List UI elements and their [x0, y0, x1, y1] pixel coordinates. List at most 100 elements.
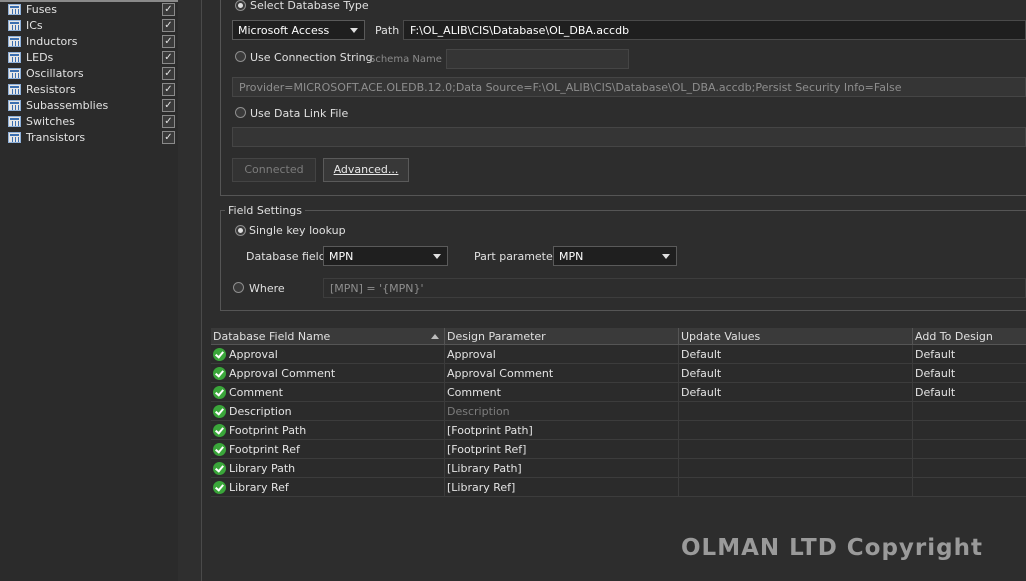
cell-design-param[interactable]: [Footprint Path] — [445, 421, 679, 440]
connected-button[interactable]: Connected — [232, 158, 316, 182]
advanced-button-label: Advanced... — [333, 163, 399, 176]
cell-design-param[interactable]: [Footprint Ref] — [445, 440, 679, 459]
table-row[interactable]: Footprint Ref [Footprint Ref] — [211, 440, 1026, 459]
cell-add-to-design[interactable]: Default — [913, 345, 1026, 364]
single-key-radio[interactable] — [235, 225, 246, 236]
tree-item-checkbox[interactable]: ✓ — [162, 115, 175, 128]
cell-add-to-design[interactable] — [913, 459, 1026, 478]
where-radio[interactable] — [233, 282, 244, 293]
table-icon — [8, 116, 21, 127]
table-row[interactable]: Description Description — [211, 402, 1026, 421]
cell-design-param[interactable]: [Library Path] — [445, 459, 679, 478]
cell-text: Description — [229, 405, 292, 418]
table-row[interactable]: Library Path [Library Path] — [211, 459, 1026, 478]
cell-text: Default — [681, 348, 722, 361]
tree-item-subassemblies[interactable]: Subassemblies ✓ — [8, 98, 178, 114]
panel-splitter[interactable] — [178, 0, 202, 581]
use-data-link-label: Use Data Link File — [250, 107, 349, 120]
tree-item-switches[interactable]: Switches ✓ — [8, 114, 178, 130]
cell-text: [Library Path] — [447, 462, 522, 475]
cell-update-values[interactable] — [679, 478, 913, 497]
tree-item-oscillators[interactable]: Oscillators ✓ — [8, 66, 178, 82]
db-type-dropdown[interactable]: Microsoft Access — [232, 20, 365, 40]
tree-item-fuses[interactable]: Fuses ✓ — [8, 2, 178, 18]
cell-design-param[interactable]: [Library Ref] — [445, 478, 679, 497]
use-data-link-radio[interactable] — [235, 107, 246, 118]
tree-item-leds[interactable]: LEDs ✓ — [8, 50, 178, 66]
cell-add-to-design[interactable] — [913, 440, 1026, 459]
tree-item-ics[interactable]: ICs ✓ — [8, 18, 178, 34]
chevron-down-icon — [350, 28, 358, 33]
check-circle-icon — [213, 443, 226, 456]
check-circle-icon — [213, 386, 226, 399]
cell-db-field: Library Path — [211, 459, 445, 478]
tree-item-inductors[interactable]: Inductors ✓ — [8, 34, 178, 50]
cell-text: Default — [915, 386, 956, 399]
cell-update-values[interactable] — [679, 440, 913, 459]
cell-text: Approval — [229, 348, 278, 361]
path-input[interactable]: F:\OL_ALIB\CIS\Database\OL_DBA.accdb — [403, 20, 1026, 40]
cell-add-to-design[interactable] — [913, 421, 1026, 440]
table-row[interactable]: Approval Approval Default Default — [211, 345, 1026, 364]
col-header-add-to-design[interactable]: Add To Design — [913, 328, 1026, 345]
table-icon — [8, 84, 21, 95]
tree-item-label: Switches — [26, 115, 75, 128]
cell-text: Library Ref — [229, 481, 289, 494]
schema-name-input[interactable] — [446, 49, 629, 69]
table-icon — [8, 4, 21, 15]
where-label: Where — [249, 282, 285, 295]
col-header-db-field[interactable]: Database Field Name — [211, 328, 445, 345]
data-link-input[interactable] — [232, 127, 1026, 147]
library-tree-panel: Fuses ✓ ICs ✓ Inductors ✓ LEDs ✓ Oscillators ✓ Res… — [0, 0, 178, 581]
cell-update-values[interactable] — [679, 402, 913, 421]
tree-item-checkbox[interactable]: ✓ — [162, 83, 175, 96]
table-row[interactable]: Comment Comment Default Default — [211, 383, 1026, 402]
cell-text: [Library Ref] — [447, 481, 516, 494]
tree-item-checkbox[interactable]: ✓ — [162, 131, 175, 144]
cell-update-values[interactable]: Default — [679, 364, 913, 383]
cell-add-to-design[interactable]: Default — [913, 364, 1026, 383]
cell-text: [Footprint Ref] — [447, 443, 527, 456]
advanced-button[interactable]: Advanced... — [323, 158, 409, 182]
tree-item-checkbox[interactable]: ✓ — [162, 19, 175, 32]
cell-add-to-design[interactable]: Default — [913, 383, 1026, 402]
use-conn-string-radio[interactable] — [235, 51, 246, 62]
tree-item-checkbox[interactable]: ✓ — [162, 3, 175, 16]
connection-string-input[interactable]: Provider=MICROSOFT.ACE.OLEDB.12.0;Data S… — [232, 77, 1026, 97]
tree-item-label: Transistors — [26, 131, 86, 144]
select-db-type-label: Select Database Type — [250, 0, 369, 12]
tree-item-checkbox[interactable]: ✓ — [162, 51, 175, 64]
tree-item-resistors[interactable]: Resistors ✓ — [8, 82, 178, 98]
tree-item-checkbox[interactable]: ✓ — [162, 67, 175, 80]
col-header-design-param[interactable]: Design Parameter — [445, 328, 679, 345]
cell-design-param[interactable]: Approval Comment — [445, 364, 679, 383]
single-key-label: Single key lookup — [249, 224, 346, 237]
col-header-update-values[interactable]: Update Values — [679, 328, 913, 345]
cell-text: Footprint Path — [229, 424, 307, 437]
where-input[interactable]: [MPN] = '{MPN}' — [323, 278, 1026, 298]
database-field-dropdown[interactable]: MPN — [323, 246, 448, 266]
cell-update-values[interactable] — [679, 421, 913, 440]
cell-add-to-design[interactable] — [913, 478, 1026, 497]
tree-item-transistors[interactable]: Transistors ✓ — [8, 130, 178, 146]
cell-db-field: Footprint Ref — [211, 440, 445, 459]
table-row[interactable]: Library Ref [Library Ref] — [211, 478, 1026, 497]
tree-item-label: Fuses — [26, 3, 57, 16]
chevron-down-icon — [433, 254, 441, 259]
cell-update-values[interactable]: Default — [679, 383, 913, 402]
tree-item-checkbox[interactable]: ✓ — [162, 99, 175, 112]
cell-db-field: Library Ref — [211, 478, 445, 497]
copyright-watermark: OLMAN LTD Copyright — [681, 535, 983, 561]
part-parameter-dropdown[interactable]: MPN — [553, 246, 677, 266]
table-row[interactable]: Footprint Path [Footprint Path] — [211, 421, 1026, 440]
cell-add-to-design[interactable] — [913, 402, 1026, 421]
cell-design-param[interactable]: Approval — [445, 345, 679, 364]
select-db-type-radio[interactable] — [235, 0, 246, 11]
cell-design-param[interactable]: Description — [445, 402, 679, 421]
cell-design-param[interactable]: Comment — [445, 383, 679, 402]
tree-item-checkbox[interactable]: ✓ — [162, 35, 175, 48]
cell-update-values[interactable] — [679, 459, 913, 478]
cell-update-values[interactable]: Default — [679, 345, 913, 364]
tree-item-label: Subassemblies — [26, 99, 109, 112]
table-row[interactable]: Approval Comment Approval Comment Default D… — [211, 364, 1026, 383]
